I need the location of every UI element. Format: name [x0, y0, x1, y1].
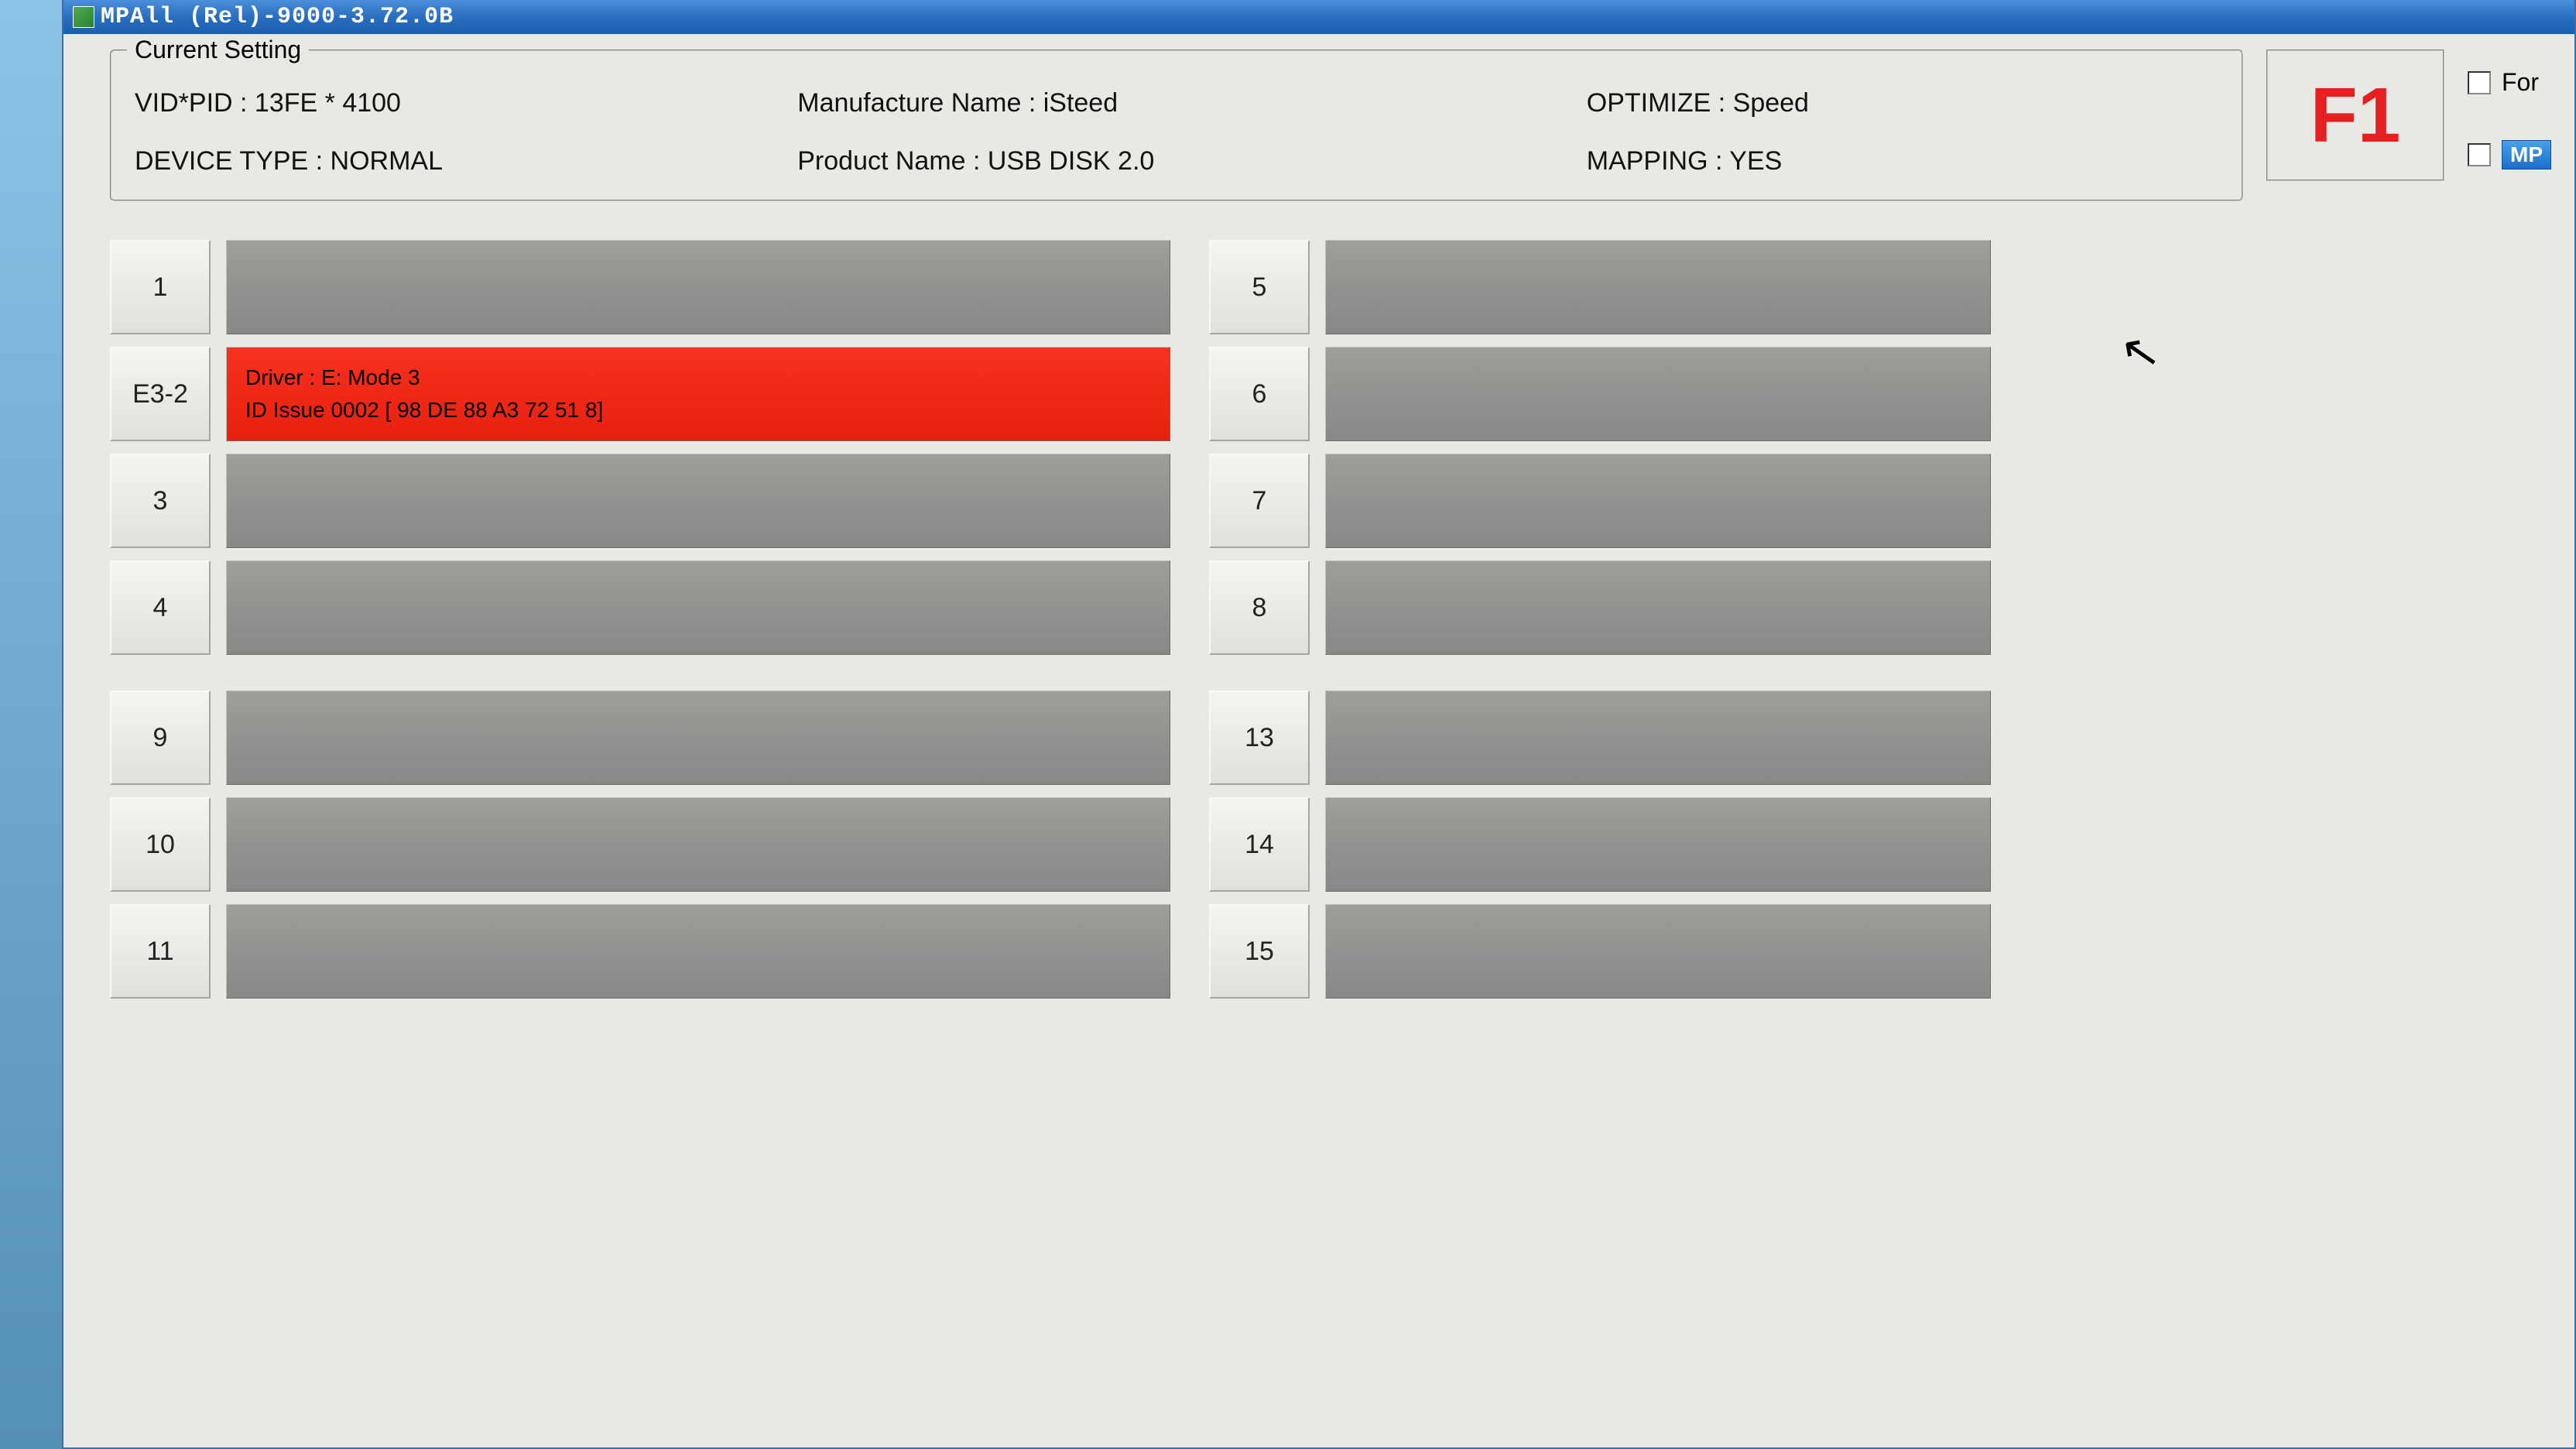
checkbox-mp-row[interactable]: MP [2468, 140, 2551, 170]
checkbox-for-label: For [2502, 68, 2539, 97]
settings-grid: VID*PID : 13FE * 4100 Manufacture Name :… [135, 67, 2218, 176]
slot-row: 6 [1209, 347, 1991, 441]
slot-status-14 [1325, 797, 1991, 892]
slot-row: 15 [1209, 904, 1991, 999]
slot-row: 13 [1209, 690, 1991, 785]
product-name-label: Product Name : USB DISK 2.0 [797, 146, 1556, 176]
slot-status-6 [1325, 347, 1991, 441]
f1-indicator[interactable]: F1 [2266, 50, 2444, 181]
slot-button-e3-2[interactable]: E3-2 [110, 347, 211, 441]
slot-status-e3-2: Driver : E: Mode 3 ID Issue 0002 [ 98 DE… [226, 347, 1170, 441]
slot-status-7 [1325, 454, 1991, 548]
slot-group: 9 10 11 [110, 690, 1170, 999]
slot-status-line1: Driver : E: Mode 3 [245, 365, 1151, 390]
slot-status-line2: ID Issue 0002 [ 98 DE 88 A3 72 51 8] [245, 398, 1151, 423]
window-title: MPAll (Rel)-9000-3.72.0B [101, 4, 454, 30]
slot-status-10 [226, 797, 1170, 892]
slot-button-1[interactable]: 1 [110, 240, 211, 334]
slot-button-6[interactable]: 6 [1209, 347, 1310, 441]
vid-pid-label: VID*PID : 13FE * 4100 [135, 88, 766, 118]
slot-row: 5 [1209, 240, 1991, 334]
checkbox-icon[interactable] [2468, 71, 2491, 94]
slot-row: 14 [1209, 797, 1991, 892]
slot-button-4[interactable]: 4 [110, 560, 211, 655]
slot-status-1 [226, 240, 1170, 334]
current-setting-group: Current Setting VID*PID : 13FE * 4100 Ma… [110, 50, 2243, 201]
slot-button-3[interactable]: 3 [110, 454, 211, 548]
slot-row: 9 [110, 690, 1170, 785]
mp-badge: MP [2502, 140, 2551, 170]
right-options: For MP [2468, 50, 2551, 170]
slot-group: 5 6 7 8 [1209, 240, 1991, 655]
slot-status-9 [226, 690, 1170, 785]
slot-row: 10 [110, 797, 1170, 892]
slot-button-11[interactable]: 11 [110, 904, 211, 999]
device-type-label: DEVICE TYPE : NORMAL [135, 146, 766, 176]
slot-group: 1 E3-2 Driver : E: Mode 3 ID Issue 0002 … [110, 240, 1170, 655]
slot-column-right: 5 6 7 8 13 [1209, 240, 1991, 1034]
slot-row: 8 [1209, 560, 1991, 655]
slot-button-15[interactable]: 15 [1209, 904, 1310, 999]
slot-status-3 [226, 454, 1170, 548]
manufacture-label: Manufacture Name : iSteed [797, 88, 1556, 118]
slot-button-13[interactable]: 13 [1209, 690, 1310, 785]
group-label: Current Setting [127, 36, 309, 64]
slot-column-left: 1 E3-2 Driver : E: Mode 3 ID Issue 0002 … [110, 240, 1170, 1034]
titlebar[interactable]: MPAll (Rel)-9000-3.72.0B [63, 0, 2574, 34]
slot-row: E3-2 Driver : E: Mode 3 ID Issue 0002 [ … [110, 347, 1170, 441]
slot-row: 7 [1209, 454, 1991, 548]
slot-status-13 [1325, 690, 1991, 785]
desktop-background-strip [0, 0, 62, 1449]
slot-button-5[interactable]: 5 [1209, 240, 1310, 334]
checkbox-for-row[interactable]: For [2468, 68, 2551, 97]
settings-row: Current Setting VID*PID : 13FE * 4100 Ma… [63, 34, 2574, 217]
app-window: MPAll (Rel)-9000-3.72.0B Current Setting… [62, 0, 2576, 1449]
slot-button-8[interactable]: 8 [1209, 560, 1310, 655]
slot-status-11 [226, 904, 1170, 999]
slot-status-5 [1325, 240, 1991, 334]
mapping-label: MAPPING : YES [1587, 146, 2218, 176]
slot-status-8 [1325, 560, 1991, 655]
slot-button-7[interactable]: 7 [1209, 454, 1310, 548]
app-icon [73, 6, 94, 28]
slot-row: 3 [110, 454, 1170, 548]
slot-button-9[interactable]: 9 [110, 690, 211, 785]
slot-group: 13 14 15 [1209, 690, 1991, 999]
slot-status-4 [226, 560, 1170, 655]
slot-button-10[interactable]: 10 [110, 797, 211, 892]
slot-button-14[interactable]: 14 [1209, 797, 1310, 892]
checkbox-icon[interactable] [2468, 143, 2491, 166]
slot-row: 4 [110, 560, 1170, 655]
slot-status-15 [1325, 904, 1991, 999]
optimize-label: OPTIMIZE : Speed [1587, 88, 2218, 118]
slot-row: 1 [110, 240, 1170, 334]
slot-row: 11 [110, 904, 1170, 999]
slots-area: 1 E3-2 Driver : E: Mode 3 ID Issue 0002 … [63, 217, 2574, 1050]
